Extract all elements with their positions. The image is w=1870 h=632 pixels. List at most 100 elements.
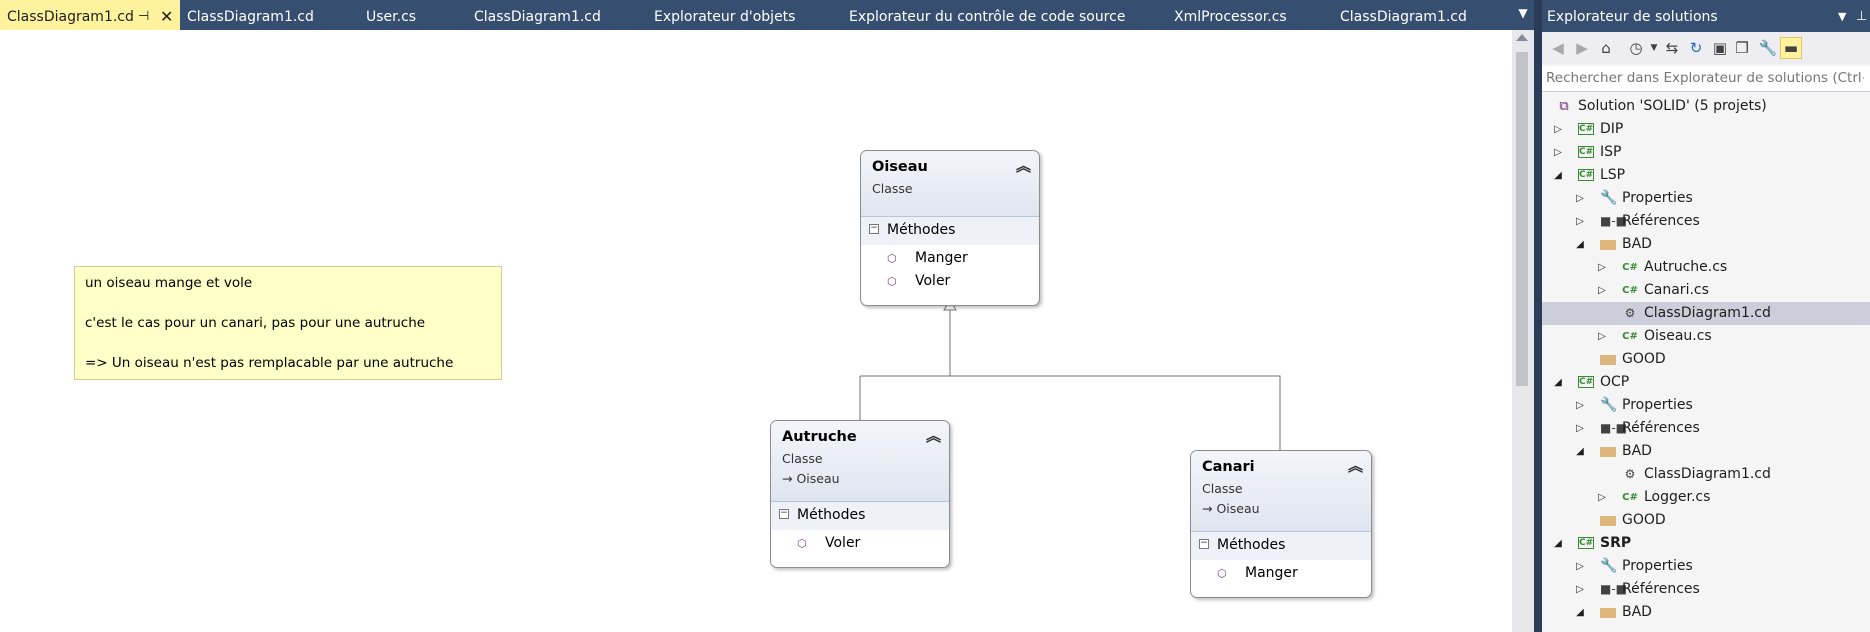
forward-icon[interactable]: ▶	[1572, 38, 1592, 58]
expand-arrow-icon[interactable]: ▷	[1552, 141, 1564, 164]
diagram-comment[interactable]: un oiseau mange et vole c'est le cas pou…	[74, 266, 502, 380]
inherits-arrow-icon: →	[782, 471, 793, 486]
tree-item-ocp-classdiagram[interactable]: ⚙ ClassDiagram1.cd	[1542, 463, 1870, 486]
collapse-arrow-icon[interactable]: ◢	[1574, 233, 1586, 256]
tree-item-ocp[interactable]: ◢ C# OCP	[1542, 371, 1870, 394]
tree-item-ocp-properties[interactable]: ▷ 🔧 Properties	[1542, 394, 1870, 417]
tab-label: Explorateur du contrôle de code source	[849, 9, 1126, 25]
tree-item-lsp-good[interactable]: GOOD	[1542, 348, 1870, 371]
preview-selected-icon[interactable]: ▬	[1780, 37, 1802, 59]
pending-changes-icon[interactable]: ◷	[1626, 38, 1646, 58]
tree-item-autruche-cs[interactable]: ▷ C# Autruche.cs	[1542, 256, 1870, 279]
expand-arrow-icon[interactable]: ▷	[1596, 279, 1608, 302]
class-shape-canari[interactable]: Canari Classe → Oiseau ︽ − Méthodes ⬡ Man…	[1190, 450, 1372, 598]
folder-icon	[1600, 240, 1616, 250]
home-icon[interactable]: ⌂	[1596, 38, 1616, 58]
close-icon[interactable]: ✕	[160, 2, 173, 32]
expand-arrow-icon[interactable]: ▷	[1596, 486, 1608, 509]
references-icon: ■-■	[1600, 582, 1628, 596]
methods-section[interactable]: − Méthodes	[861, 217, 1039, 245]
folder-icon	[1600, 516, 1616, 526]
collapse-minus-icon[interactable]: −	[779, 509, 789, 519]
class-diagram-canvas[interactable]: un oiseau mange et vole c'est le cas pou…	[0, 30, 1512, 632]
pin-icon[interactable]: ⊣	[138, 2, 149, 32]
expand-arrow-icon[interactable]: ▷	[1574, 578, 1586, 601]
scroll-up-icon[interactable]	[1516, 34, 1528, 41]
tree-item-lsp-classdiagram[interactable]: ⚙ ClassDiagram1.cd	[1542, 302, 1870, 325]
tree-item-lsp[interactable]: ◢ C# LSP	[1542, 164, 1870, 187]
method-icon: ⬡	[887, 275, 897, 288]
tab-classdiagram1-2[interactable]: ClassDiagram1.cd	[187, 0, 314, 32]
expand-arrow-icon[interactable]: ▷	[1596, 325, 1608, 348]
collapse-arrow-icon[interactable]: ◢	[1552, 164, 1564, 187]
tab-user-cs[interactable]: User.cs	[366, 0, 416, 32]
tree-item-oiseau-cs[interactable]: ▷ C# Oiseau.cs	[1542, 325, 1870, 348]
solution-tree[interactable]: ⧉ Solution 'SOLID' (5 projets) ▷ C# DIP …	[1542, 95, 1870, 632]
expand-arrow-icon[interactable]: ▷	[1574, 417, 1586, 440]
collapse-minus-icon[interactable]: −	[869, 224, 879, 234]
tree-item-solution[interactable]: ⧉ Solution 'SOLID' (5 projets)	[1542, 95, 1870, 118]
tree-item-srp-properties[interactable]: ▷ 🔧 Properties	[1542, 555, 1870, 578]
expand-arrow-icon[interactable]: ▷	[1574, 187, 1586, 210]
search-input[interactable]	[1544, 68, 1866, 88]
collapse-arrow-icon[interactable]: ◢	[1574, 440, 1586, 463]
tab-object-browser[interactable]: Explorateur d'objets	[654, 0, 795, 32]
collapse-arrow-icon[interactable]: ◢	[1574, 601, 1586, 624]
expand-arrow-icon[interactable]: ▷	[1574, 555, 1586, 578]
tab-classdiagram1-4[interactable]: ClassDiagram1.cd	[1340, 0, 1467, 32]
tree-item-canari-cs[interactable]: ▷ C# Canari.cs	[1542, 279, 1870, 302]
solution-explorer-panel: Explorateur de solutions ▼ ⊥ ◀ ▶ ⌂ ◷ ▼ ⇆…	[1542, 0, 1870, 632]
tab-classdiagram1-3[interactable]: ClassDiagram1.cd	[474, 0, 601, 32]
tree-item-ocp-bad[interactable]: ◢ BAD	[1542, 440, 1870, 463]
wrench-icon: 🔧	[1600, 558, 1618, 574]
solution-search-box[interactable]	[1542, 66, 1870, 92]
class-shape-autruche[interactable]: Autruche Classe → Oiseau ︽ − Méthodes ⬡ V…	[770, 420, 950, 568]
tree-item-isp[interactable]: ▷ C# ISP	[1542, 141, 1870, 164]
methods-section[interactable]: − Méthodes	[771, 502, 949, 530]
methods-section[interactable]: − Méthodes	[1191, 532, 1371, 560]
tree-item-dip[interactable]: ▷ C# DIP	[1542, 118, 1870, 141]
collapse-all-icon[interactable]: ▣	[1710, 38, 1730, 58]
collapse-minus-icon[interactable]: −	[1199, 539, 1209, 549]
expand-arrow-icon[interactable]: ▷	[1574, 210, 1586, 233]
tab-xmlprocessor-cs[interactable]: XmlProcessor.cs	[1174, 0, 1287, 32]
class-shape-oiseau[interactable]: Oiseau Classe ︽ − Méthodes ⬡ Manger ⬡ Vole…	[860, 150, 1040, 306]
references-icon: ■-■	[1600, 214, 1628, 228]
collapse-chevron-icon[interactable]: ︽	[926, 425, 941, 446]
expand-arrow-icon[interactable]: ▷	[1596, 256, 1608, 279]
expand-arrow-icon[interactable]: ▷	[1574, 394, 1586, 417]
tree-item-srp-references[interactable]: ▷ ■-■ Références	[1542, 578, 1870, 601]
back-icon[interactable]: ◀	[1548, 38, 1568, 58]
expand-arrow-icon[interactable]: ▷	[1552, 118, 1564, 141]
tree-item-srp[interactable]: ◢ C# SRP	[1542, 532, 1870, 555]
collapse-chevron-icon[interactable]: ︽	[1348, 455, 1363, 476]
tab-overflow-dropdown-icon[interactable]: ▼	[1514, 6, 1532, 24]
chevron-down-icon[interactable]: ▼	[1838, 0, 1846, 34]
tree-item-logger-cs[interactable]: ▷ C# Logger.cs	[1542, 486, 1870, 509]
pin-icon[interactable]: ⊥	[1856, 0, 1867, 34]
tree-item-lsp-references[interactable]: ▷ ■-■ Références	[1542, 210, 1870, 233]
tab-classdiagram1-active[interactable]: ClassDiagram1.cd ⊣ ✕	[0, 0, 180, 30]
scrollbar-thumb[interactable]	[1516, 52, 1528, 386]
comment-line-2: c'est le cas pour un canari, pas pour un…	[85, 315, 426, 331]
collapse-arrow-icon[interactable]: ◢	[1552, 532, 1564, 555]
tree-item-lsp-bad[interactable]: ◢ BAD	[1542, 233, 1870, 256]
csharp-project-icon: C#	[1578, 169, 1594, 181]
chevron-down-icon[interactable]: ▼	[1644, 38, 1664, 58]
class-diagram-icon: ⚙	[1624, 306, 1636, 320]
collapse-chevron-icon[interactable]: ︽	[1016, 155, 1031, 176]
properties-wrench-icon[interactable]: 🔧	[1758, 38, 1778, 58]
tree-item-lsp-properties[interactable]: ▷ 🔧 Properties	[1542, 187, 1870, 210]
collapse-arrow-icon[interactable]: ◢	[1552, 371, 1564, 394]
show-all-files-icon[interactable]: ❐	[1732, 38, 1752, 58]
refresh-icon[interactable]: ↻	[1686, 38, 1706, 58]
tree-item-ocp-good[interactable]: GOOD	[1542, 509, 1870, 532]
tab-source-control-explorer[interactable]: Explorateur du contrôle de code source	[849, 0, 1125, 32]
panel-splitter[interactable]	[1534, 0, 1542, 632]
tree-item-ocp-references[interactable]: ▷ ■-■ Références	[1542, 417, 1870, 440]
vertical-scrollbar[interactable]	[1512, 30, 1534, 632]
method-icon: ⬡	[887, 252, 897, 265]
tree-item-srp-bad[interactable]: ◢ BAD	[1542, 601, 1870, 624]
wrench-icon: 🔧	[1600, 397, 1618, 413]
sync-icon[interactable]: ⇆	[1662, 38, 1682, 58]
